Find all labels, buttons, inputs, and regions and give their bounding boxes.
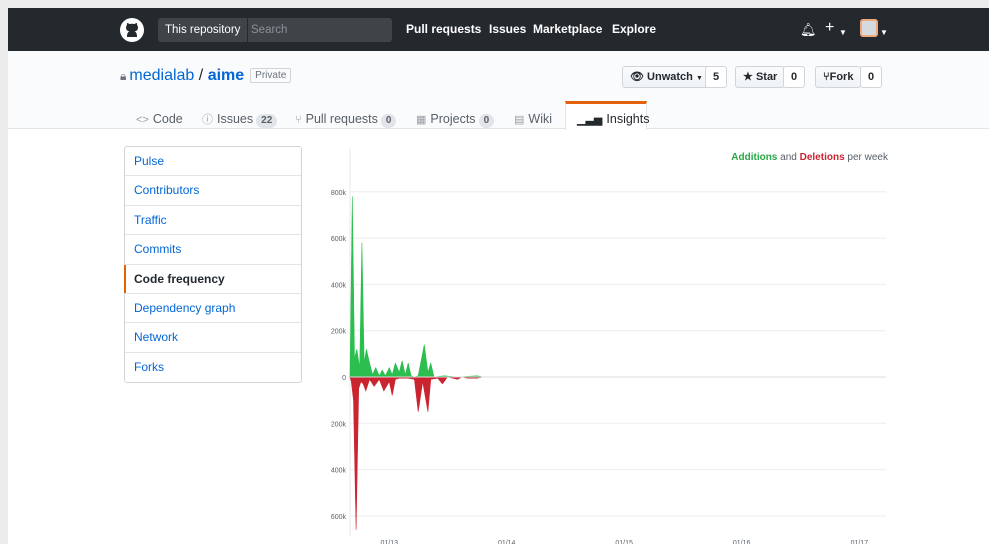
tab-counter: 0 — [380, 114, 397, 128]
y-tick-label: 400k — [331, 468, 347, 475]
fork-label: Fork — [829, 71, 854, 83]
sidebar-item-code-frequency[interactable]: Code frequency — [124, 264, 301, 294]
y-tick-label: 600k — [331, 236, 347, 243]
x-tick-label: 01/17 — [851, 540, 869, 544]
sidebar-item-forks[interactable]: Forks — [125, 353, 301, 382]
y-tick-label: 200k — [331, 329, 347, 336]
tab-label: Wiki — [528, 112, 553, 126]
tab-label: Insights — [606, 112, 650, 126]
top-navigation-bar: This repository Search Pull requests Iss… — [8, 8, 989, 51]
repo-name-link[interactable]: aime — [208, 67, 244, 84]
fork-icon: ⑂ — [823, 71, 830, 83]
repo-separator: / — [198, 67, 204, 84]
search-input[interactable]: Search — [251, 18, 287, 42]
tab-insights[interactable]: ▁▃▅ Insights — [565, 101, 650, 130]
sidebar-item-traffic[interactable]: Traffic — [125, 206, 301, 236]
y-tick-label: 600k — [331, 514, 347, 521]
tab-label: Projects — [430, 112, 476, 126]
nav-pull-requests[interactable]: Pull requests — [406, 8, 481, 51]
project-icon: ▦ — [416, 114, 427, 126]
code-icon: <> — [136, 114, 149, 126]
y-tick-label: 400k — [331, 282, 347, 289]
x-tick-label: 01/16 — [733, 540, 751, 544]
nav-marketplace[interactable]: Marketplace — [533, 8, 602, 51]
book-icon: ▤ — [514, 114, 525, 126]
tab-counter: 22 — [256, 114, 278, 128]
tab-issues[interactable]: ⓘ Issues 22 — [202, 109, 278, 143]
unwatch-label: Unwatch — [647, 71, 693, 83]
star-button[interactable]: ★ Star — [735, 66, 786, 88]
tab-projects[interactable]: ▦ Projects 0 — [416, 109, 495, 143]
repository-header: 🔒︎ medialab / aime Private 👁︎ Unwatch ▼ 5 … — [8, 51, 989, 130]
chevron-down-icon[interactable]: ▼ — [839, 25, 847, 41]
repo-title: 🔒︎ medialab / aime Private — [120, 67, 292, 85]
nav-explore[interactable]: Explore — [612, 8, 656, 51]
private-label: Private — [250, 68, 292, 83]
star-icon: ★ — [743, 71, 753, 83]
tab-label: Code — [152, 112, 183, 126]
notifications-bell-icon[interactable]: 🔔︎ — [800, 22, 817, 38]
deletions-area — [349, 376, 484, 530]
github-logo-icon[interactable] — [120, 18, 144, 42]
star-count[interactable]: 0 — [783, 66, 806, 88]
search-box[interactable]: This repository Search — [158, 18, 392, 42]
tab-counter: 0 — [478, 114, 495, 128]
y-tick-label: 0 — [342, 375, 346, 382]
insights-sidebar-menu: Pulse Contributors Traffic Commits Code … — [124, 146, 302, 384]
plus-icon[interactable]: + — [825, 20, 834, 36]
sidebar-item-pulse[interactable]: Pulse — [125, 147, 301, 177]
x-tick-label: 01/13 — [380, 540, 398, 544]
fork-button[interactable]: ⑂Fork — [815, 66, 862, 88]
search-scope-label[interactable]: This repository — [158, 18, 249, 42]
lock-icon: 🔒︎ — [120, 69, 127, 83]
code-frequency-chart: 800k 600k 400k 200k 0 200k 400k 600k 01/13 01/14 0… — [331, 148, 886, 544]
graph-icon: ▁▃▅ — [577, 114, 603, 126]
sidebar-item-dependency-graph[interactable]: Dependency graph — [125, 294, 301, 324]
avatar-chevron-down-icon[interactable]: ▼ — [880, 25, 888, 41]
avatar[interactable] — [860, 19, 878, 37]
tab-pull-requests[interactable]: ⑂ Pull requests 0 — [295, 109, 397, 143]
tab-wiki[interactable]: ▤ Wiki — [514, 109, 552, 143]
tab-label: Pull requests — [305, 112, 378, 126]
issue-opened-icon: ⓘ — [202, 114, 213, 126]
additions-area — [349, 196, 484, 378]
x-tick-label: 01/14 — [498, 540, 516, 544]
watch-count[interactable]: 5 — [705, 66, 728, 88]
repo-owner-link[interactable]: medialab — [129, 67, 194, 84]
page: This repository Search Pull requests Iss… — [8, 8, 989, 544]
star-label: Star — [755, 71, 778, 83]
tab-label: Issues — [217, 112, 254, 126]
fork-count[interactable]: 0 — [860, 66, 883, 88]
sidebar-item-commits[interactable]: Commits — [125, 235, 301, 265]
y-tick-label: 200k — [331, 421, 347, 428]
sidebar-item-contributors[interactable]: Contributors — [125, 176, 301, 206]
tab-code[interactable]: <> Code — [136, 109, 183, 143]
dropdown-caret-icon: ▼ — [695, 75, 703, 82]
git-pull-request-icon: ⑂ — [295, 114, 302, 126]
eye-icon: 👁︎ — [630, 71, 644, 83]
nav-issues[interactable]: Issues — [489, 8, 526, 51]
y-tick-label: 800k — [331, 190, 347, 197]
unwatch-button[interactable]: 👁︎ Unwatch ▼ — [622, 66, 711, 88]
sidebar-item-network[interactable]: Network — [125, 323, 301, 353]
x-tick-label: 01/15 — [615, 540, 633, 544]
